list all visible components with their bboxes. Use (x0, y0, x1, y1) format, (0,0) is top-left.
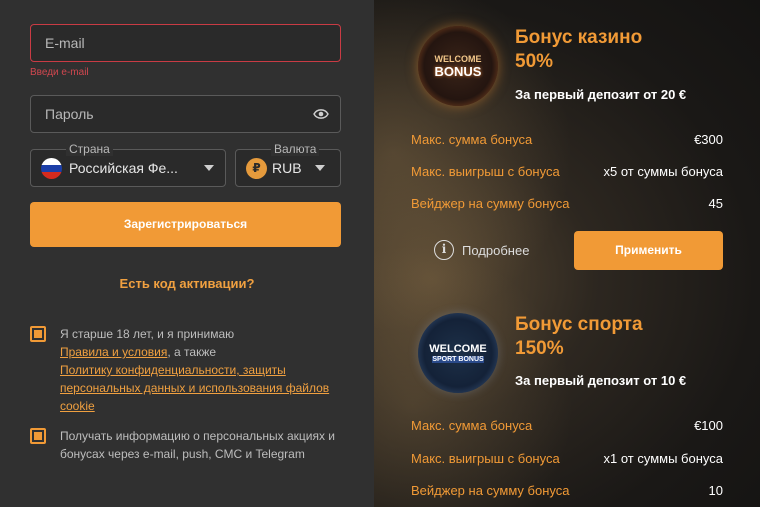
row-key: Макс. сумма бонуса (411, 132, 533, 147)
news-consent-text: Получать информацию о персональных акция… (60, 429, 336, 461)
casino-bonus-title-line1: Бонус казино (515, 27, 643, 48)
badge-line1: WELCOME (429, 343, 487, 355)
email-error: Введи e-mail (30, 67, 89, 78)
row-value: €100 (694, 418, 723, 433)
currency-select[interactable]: Валюта ₽ RUB (235, 142, 341, 187)
country-value: Российская Фе... (69, 160, 178, 176)
badge-line2: BONUS (434, 64, 482, 79)
country-label: Страна (66, 142, 113, 156)
info-icon[interactable]: i (434, 240, 454, 260)
email-field-box (30, 24, 341, 62)
password-field-box (30, 95, 341, 133)
eye-icon[interactable] (313, 108, 329, 120)
email-input[interactable] (45, 25, 305, 61)
currency-label: Валюта (271, 142, 320, 156)
sport-bonus-row: Макс. сумма бонуса €100 (411, 418, 723, 436)
casino-bonus-subtitle: За первый депозит от 20 € (515, 87, 687, 102)
sport-bonus-title: Бонус спорта 150% (515, 313, 643, 361)
currency-value: RUB (272, 160, 302, 176)
row-value: 10 (708, 483, 723, 498)
register-button[interactable]: Зарегистрироваться (30, 202, 341, 247)
row-value: 45 (708, 196, 723, 211)
country-select[interactable]: Страна Российская Фе... (30, 142, 226, 187)
casino-bonus-row: Макс. сумма бонуса €300 (411, 132, 723, 150)
password-input[interactable] (45, 96, 305, 132)
sport-bonus-subtitle: За первый депозит от 10 € (515, 373, 687, 388)
more-details-link[interactable]: Подробнее (462, 243, 529, 258)
chevron-down-icon (315, 165, 325, 171)
row-value: €300 (694, 132, 723, 147)
sport-bonus-title-line2: 150% (515, 338, 564, 359)
sport-bonus-row: Вейджер на сумму бонуса 10 (411, 483, 723, 501)
casino-bonus-row: Вейджер на сумму бонуса 45 (411, 196, 723, 214)
rules-link[interactable]: Правила и условия (60, 345, 167, 359)
casino-bonus-row: Макс. выигрыш с бонуса x5 от суммы бонус… (411, 164, 723, 182)
ruble-icon: ₽ (246, 158, 267, 179)
news-checkbox[interactable] (30, 428, 46, 444)
row-key: Вейджер на сумму бонуса (411, 483, 570, 498)
casino-bonus-title: Бонус казино 50% (515, 26, 642, 74)
badge-line1: WELCOME (434, 54, 482, 64)
activation-code-link[interactable]: Есть код активации? (0, 276, 374, 291)
registration-form: Введи e-mail Страна Российская Фе... Вал… (0, 0, 374, 507)
row-key: Макс. выигрыш с бонуса (411, 451, 560, 466)
terms-text-2: , а также (167, 345, 217, 359)
terms-checkbox[interactable] (30, 326, 46, 342)
terms-text-1: Я старше 18 лет, и я принимаю (60, 327, 235, 341)
sport-bonus-title-line1: Бонус спорта (515, 314, 643, 335)
welcome-sport-bonus-badge-icon: WELCOME SPORT BONUS (418, 313, 498, 393)
row-key: Макс. выигрыш с бонуса (411, 164, 560, 179)
welcome-bonus-badge-icon: WELCOME BONUS (418, 26, 498, 106)
row-value: x5 от суммы бонуса (603, 164, 723, 179)
casino-bonus-title-line2: 50% (515, 51, 554, 72)
apply-button[interactable]: Применить (574, 231, 723, 270)
badge-line2: SPORT BONUS (432, 356, 484, 363)
row-value: x1 от суммы бонуса (603, 451, 723, 466)
terms-text: Я старше 18 лет, и я принимаю Правила и … (60, 325, 345, 415)
row-key: Макс. сумма бонуса (411, 418, 533, 433)
privacy-policy-link[interactable]: Политику конфиденциальности, защиты перс… (60, 363, 329, 413)
sport-bonus-row: Макс. выигрыш с бонуса x1 от суммы бонус… (411, 451, 723, 469)
row-key: Вейджер на сумму бонуса (411, 196, 570, 211)
chevron-down-icon (204, 165, 214, 171)
russia-flag-icon (41, 158, 62, 179)
bonus-panel: WELCOME BONUS Бонус казино 50% За первый… (374, 0, 760, 507)
